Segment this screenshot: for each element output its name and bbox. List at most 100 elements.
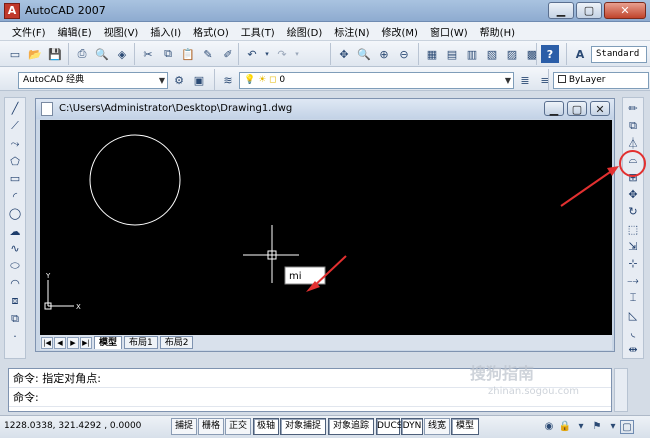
polygon-icon[interactable]: ⬠: [6, 153, 24, 171]
help-icon[interactable]: ?: [541, 45, 559, 63]
menu-insert[interactable]: 插入(I): [144, 24, 187, 39]
break-icon[interactable]: ⌶: [624, 289, 642, 306]
menu-dimension[interactable]: 标注(N): [328, 24, 375, 39]
zoom-previous-icon[interactable]: ⊖: [395, 45, 413, 63]
drawing-maximize-button[interactable]: ▢: [567, 101, 587, 116]
zoom-realtime-icon[interactable]: 🔍: [355, 45, 373, 63]
menu-help[interactable]: 帮助(H): [474, 24, 521, 39]
plot-preview-icon[interactable]: 🔍: [93, 45, 111, 63]
move-icon[interactable]: ✥: [624, 186, 642, 203]
otrack-toggle[interactable]: 对象追踪: [328, 418, 374, 435]
snap-toggle[interactable]: 捕捉: [171, 418, 197, 435]
menu-view[interactable]: 视图(V): [98, 24, 145, 39]
stretch-icon[interactable]: ⇲: [624, 238, 642, 255]
status-menu-icon[interactable]: ▾: [606, 420, 620, 434]
fillet-icon[interactable]: ◟: [624, 324, 642, 341]
revision-cloud-icon[interactable]: ☁: [6, 223, 24, 241]
model-toggle[interactable]: 模型: [451, 418, 479, 435]
make-block-icon[interactable]: ⧉: [6, 310, 24, 328]
explode-icon[interactable]: ⇹: [624, 341, 642, 358]
tab-layout2[interactable]: 布局2: [159, 336, 194, 349]
block-editor-icon[interactable]: ✐: [219, 45, 237, 63]
point-icon[interactable]: ·: [6, 328, 24, 346]
menu-edit[interactable]: 编辑(E): [52, 24, 98, 39]
pan-realtime-icon[interactable]: ✥: [335, 45, 353, 63]
extend-icon[interactable]: ⤍: [624, 272, 642, 289]
tool-palettes-icon[interactable]: ▥: [463, 45, 481, 63]
redo-dropdown-icon[interactable]: ▾: [293, 45, 301, 63]
plot-icon[interactable]: ⎙: [73, 45, 91, 63]
tab-layout1[interactable]: 布局1: [124, 336, 158, 349]
trim-icon[interactable]: ⊹: [624, 255, 642, 272]
next-tab-icon[interactable]: ▶: [67, 336, 79, 349]
ducs-toggle[interactable]: DUCS: [376, 418, 403, 435]
menu-window[interactable]: 窗口(W): [424, 24, 474, 39]
polyline-icon[interactable]: ⤳: [6, 135, 24, 153]
make-object-layer-current-icon[interactable]: ≣: [516, 71, 534, 89]
workspace-settings-icon[interactable]: ⚙: [170, 71, 188, 89]
menu-modify[interactable]: 修改(M): [376, 24, 424, 39]
menu-format[interactable]: 格式(O): [187, 24, 235, 39]
rotate-icon[interactable]: ↻: [624, 203, 642, 220]
copy-icon[interactable]: ⧉: [624, 117, 642, 134]
menu-draw[interactable]: 绘图(D): [281, 24, 329, 39]
open-file-icon[interactable]: 📂: [26, 45, 44, 63]
workspace-select[interactable]: AutoCAD 经典 ▼: [18, 71, 168, 89]
zoom-window-icon[interactable]: ⊕: [375, 45, 393, 63]
layer-manager-icon[interactable]: ≋: [219, 71, 237, 89]
redo-icon[interactable]: ↷: [273, 45, 291, 63]
menu-file[interactable]: 文件(F): [6, 24, 52, 39]
chamfer-icon[interactable]: ◺: [624, 306, 642, 323]
tab-model[interactable]: 模型: [94, 336, 123, 349]
command-scrollbar[interactable]: [614, 368, 628, 412]
undo-icon[interactable]: ↶: [243, 45, 261, 63]
layer-select[interactable]: 💡 ☀ ◻ 0 ▼: [239, 71, 514, 89]
scale-icon[interactable]: ⬚: [624, 220, 642, 237]
circle-icon[interactable]: ◯: [6, 205, 24, 223]
cut-icon[interactable]: ✂: [139, 45, 157, 63]
annotation-scale-icon[interactable]: ⚑: [590, 420, 604, 434]
match-properties-icon[interactable]: ✎: [199, 45, 217, 63]
text-style-select[interactable]: Standard: [591, 45, 647, 63]
close-button[interactable]: ✕: [604, 2, 646, 19]
drawing-area[interactable]: Y X mi: [40, 120, 612, 335]
ellipse-icon[interactable]: ⬭: [6, 258, 24, 276]
drawing-minimize-button[interactable]: ▁: [544, 101, 564, 116]
new-file-icon[interactable]: ▭: [6, 45, 24, 63]
text-style-icon[interactable]: A: [571, 45, 589, 63]
clean-screen-icon[interactable]: ▢: [620, 420, 634, 434]
publish-icon[interactable]: ◈: [113, 45, 131, 63]
prev-tab-icon[interactable]: ◀: [54, 336, 66, 349]
workspace-save-icon[interactable]: ▣: [190, 71, 208, 89]
grid-toggle[interactable]: 栅格: [198, 418, 224, 435]
copy-clip-icon[interactable]: ⧉: [159, 45, 177, 63]
toolbar-lock-icon[interactable]: ▾: [574, 420, 588, 434]
save-icon[interactable]: 💾: [46, 45, 64, 63]
line-icon[interactable]: ╱: [6, 100, 24, 118]
properties-icon[interactable]: ▦: [423, 45, 441, 63]
rectangle-icon[interactable]: ▭: [6, 170, 24, 188]
first-tab-icon[interactable]: |◀: [41, 336, 53, 349]
minimize-button[interactable]: ▁: [548, 2, 574, 19]
menu-tools[interactable]: 工具(T): [235, 24, 281, 39]
drawing-close-button[interactable]: ✕: [590, 101, 610, 116]
osnap-toggle[interactable]: 对象捕捉: [280, 418, 326, 435]
paste-icon[interactable]: 📋: [179, 45, 197, 63]
dyn-toggle[interactable]: DYN: [401, 418, 423, 435]
comm-center-icon[interactable]: ◉: [542, 420, 556, 434]
model-space-canvas[interactable]: Y X mi: [40, 120, 612, 335]
lock-icon[interactable]: 🔒: [558, 420, 572, 434]
lineweight-toggle[interactable]: 线宽: [424, 418, 450, 435]
design-center-icon[interactable]: ▤: [443, 45, 461, 63]
drawn-circle[interactable]: [89, 134, 181, 226]
undo-dropdown-icon[interactable]: ▾: [263, 45, 271, 63]
construction-line-icon[interactable]: ⟋: [6, 118, 24, 136]
spline-icon[interactable]: ∿: [6, 240, 24, 258]
color-select[interactable]: ByLayer: [553, 71, 649, 89]
erase-icon[interactable]: ✏: [624, 100, 642, 117]
polar-toggle[interactable]: 极轴: [253, 418, 279, 435]
last-tab-icon[interactable]: ▶|: [80, 336, 92, 349]
markup-icon[interactable]: ▨: [503, 45, 521, 63]
maximize-button[interactable]: ▢: [576, 2, 602, 19]
arc-icon[interactable]: ◜: [6, 188, 24, 206]
